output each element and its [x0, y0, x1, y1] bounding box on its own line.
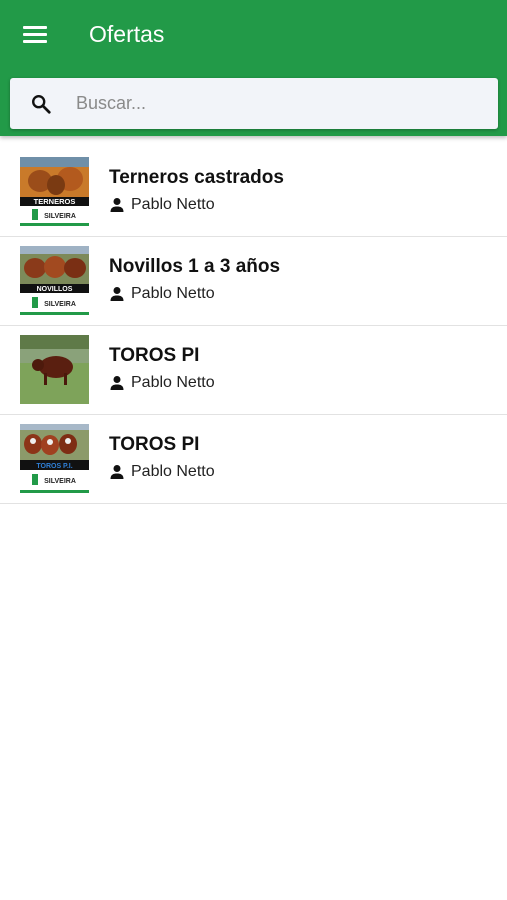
person-icon	[110, 376, 124, 390]
search-bar[interactable]	[10, 78, 498, 129]
thumb-caption: NOVILLOS	[37, 286, 73, 293]
offer-thumbnail: TERNEROS SILVEIRA	[20, 157, 89, 226]
list-item[interactable]: TOROS P.I. SILVEIRA TOROS PI Pablo Netto	[0, 415, 507, 504]
offer-title: TOROS PI	[109, 434, 200, 455]
offer-author: Pablo Netto	[109, 374, 215, 392]
search-icon[interactable]	[30, 93, 52, 115]
app-bar: Ofertas	[0, 0, 507, 136]
search-input[interactable]	[76, 88, 476, 119]
offer-author-name: Pablo Netto	[131, 285, 215, 302]
person-icon	[110, 198, 124, 212]
offer-author: Pablo Netto	[109, 463, 215, 481]
thumb-caption: TERNEROS	[34, 197, 76, 206]
list-item[interactable]: NOVILLOS SILVEIRA Novillos 1 a 3 años Pa…	[0, 237, 507, 326]
list-item[interactable]: TOROS PI Pablo Netto	[0, 326, 507, 415]
offer-author-name: Pablo Netto	[131, 463, 215, 480]
thumb-brand: SILVEIRA	[44, 301, 76, 308]
thumb-brand: SILVEIRA	[44, 478, 76, 485]
offer-title: Novillos 1 a 3 años	[109, 256, 281, 277]
offer-author-name: Pablo Netto	[131, 374, 215, 391]
offer-author: Pablo Netto	[109, 196, 215, 214]
offer-author-name: Pablo Netto	[131, 196, 215, 213]
thumb-caption: TOROS P.I.	[36, 463, 72, 470]
page-title: Ofertas	[89, 21, 165, 47]
offer-title: Terneros castrados	[109, 167, 284, 188]
list-item[interactable]: TERNEROS SILVEIRA Terneros castrados Pab…	[0, 148, 507, 237]
offer-thumbnail	[20, 335, 89, 404]
menu-icon[interactable]	[20, 20, 50, 50]
offers-list: TERNEROS SILVEIRA Terneros castrados Pab…	[0, 148, 507, 504]
thumb-brand: SILVEIRA	[44, 213, 76, 220]
person-icon	[110, 287, 124, 301]
offer-thumbnail: TOROS P.I. SILVEIRA	[20, 424, 89, 493]
offer-thumbnail: NOVILLOS SILVEIRA	[20, 246, 89, 315]
offer-title: TOROS PI	[109, 345, 200, 366]
offer-author: Pablo Netto	[109, 285, 215, 303]
person-icon	[110, 465, 124, 479]
